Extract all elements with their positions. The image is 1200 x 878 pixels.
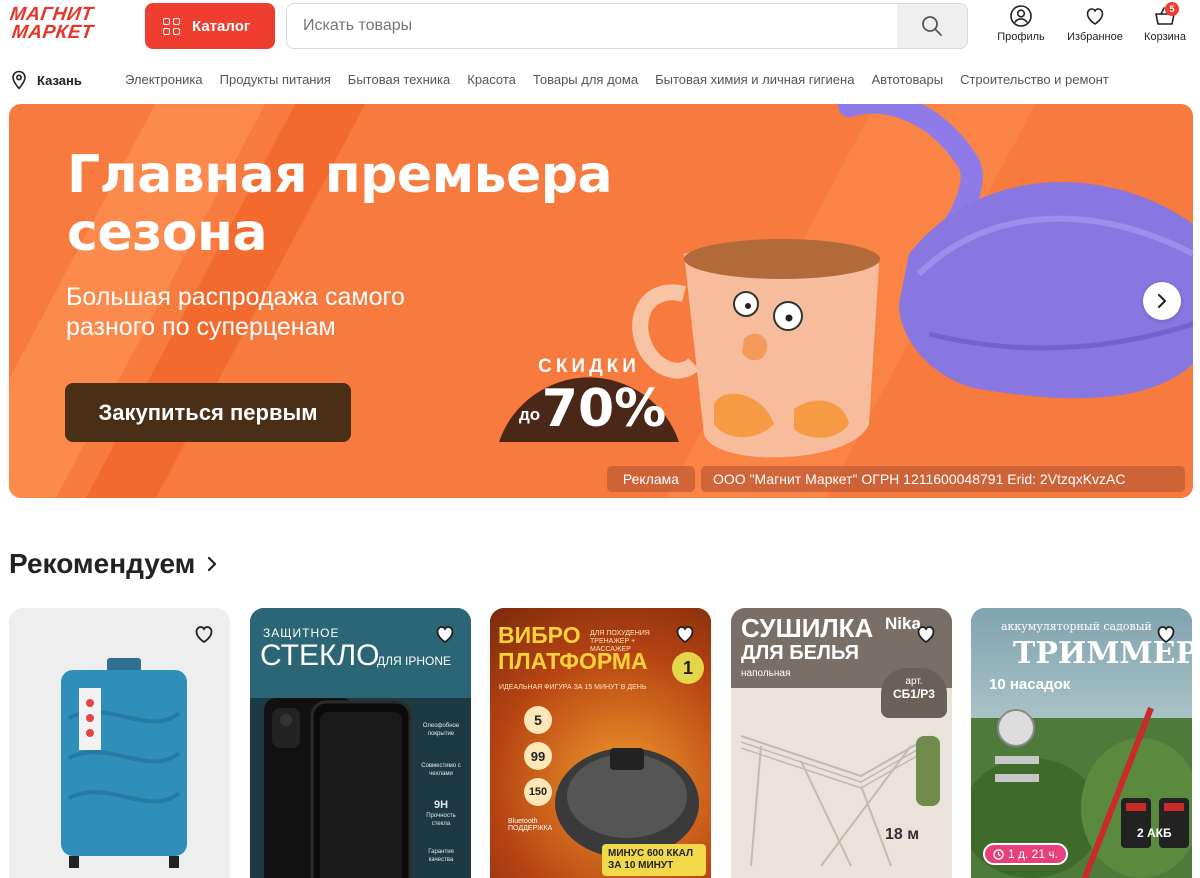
product-card-trimmer[interactable]: аккумуляторный садовый ТРИММЕР 10 насадо… [971,608,1192,878]
timer-badge: 1 д. 21 ч. [983,843,1068,865]
banner-title: Главная премьера сезона [67,146,767,262]
category-household-chemicals[interactable]: Бытовая химия и личная гигиена [655,72,854,87]
trimmer-akb: 2 АКБ [1137,826,1172,840]
product-card-glass[interactable]: ЗАЩИТНОЕ СТЕКЛО ДЛЯ IPHONE Олеофобное по… [250,608,471,878]
search-input[interactable] [287,4,897,48]
search-icon [922,16,942,36]
catalog-button[interactable]: Каталог [145,3,275,49]
glass-feature-3: 9H [433,799,449,811]
dryer-art-label: арт. [905,676,923,687]
banner-subtitle-line-2: разного по суперценам [66,313,336,341]
sale-badge: СКИДКИ до 70% [499,356,679,442]
heart-icon [1086,8,1104,25]
banner-subtitle-line-1: Большая распродажа самого [66,283,405,311]
category-beauty[interactable]: Красота [467,72,516,87]
favorite-heart-icon[interactable] [192,622,216,646]
vibro-promo: МИНУС 600 ККАЛ ЗА 10 МИНУТ [602,844,706,876]
cart-count-badge: 5 [1165,2,1179,16]
favorite-heart-icon[interactable] [914,622,938,646]
clock-icon [993,848,1004,860]
logo-line-2: МАРКЕТ [10,22,95,43]
recommend-title: Рекомендуем [9,548,196,579]
grid-icon [163,17,180,35]
category-auto[interactable]: Автотовары [871,72,943,87]
city-label: Казань [37,72,82,88]
banner-next-button[interactable] [1143,282,1181,320]
category-links: Электроника Продукты питания Бытовая тех… [125,72,1109,87]
glass-feature-2: Совместимо с чехлами [421,763,461,777]
phone-image [264,698,412,878]
vibro-num-3: 150 [524,778,552,806]
shop-first-button[interactable]: Закупиться первым [65,383,351,442]
ad-info[interactable]: ООО "Магнит Маркет" ОГРН 1211600048791 E… [701,466,1185,492]
user-icon [1010,5,1032,27]
favorites-label: Избранное [1067,31,1123,43]
search-button[interactable] [897,4,967,48]
sale-prefix: до [519,405,540,424]
category-construction[interactable]: Строительство и ремонт [960,72,1109,87]
promo-banner[interactable]: Главная премьера сезона Большая распрода… [9,104,1193,498]
category-nav: Казань Электроника Продукты питания Быто… [0,66,1200,94]
category-home[interactable]: Товары для дома [533,72,638,87]
product-card-suitcase[interactable] [9,608,230,878]
sale-word: СКИДКИ [538,356,640,377]
favorite-heart-icon[interactable] [433,622,457,646]
glass-line-2: СТЕКЛО [260,639,380,672]
location-pin-icon [12,70,26,90]
city-selector[interactable]: Казань [10,70,82,90]
favorite-heart-icon[interactable] [1154,622,1178,646]
header: МАГНИТ МАРКЕТ Каталог Профиль Избранное … [0,0,1200,56]
catalog-label: Каталог [192,17,251,35]
profile-label: Профиль [997,31,1045,43]
cart-label: Корзина [1144,31,1186,43]
glass-feature-1: Олеофобное покрытие [422,723,460,737]
category-electronics[interactable]: Электроника [125,72,203,87]
dryer-line-1: СУШИЛКА [741,613,874,643]
banner-subtitle: Большая распродажа самого разного по суп… [66,282,536,342]
dryer-line-2: ДЛЯ БЕЛЬЯ [741,642,859,664]
recommend-section-title[interactable]: Рекомендуем [9,548,219,580]
favorites-button[interactable]: Избранное [1061,4,1129,50]
search-bar [286,3,968,49]
product-card-vibro[interactable]: ВИБРО ПЛАТФОРМА ДЛЯ ПОХУДЕНИЯ ТРЕНАЖЕР +… [490,608,711,878]
chevron-right-icon [208,556,217,572]
category-food[interactable]: Продукты питания [220,72,331,87]
logo[interactable]: МАГНИТ МАРКЕТ [9,4,122,46]
product-card-dryer[interactable]: СУШИЛКА ДЛЯ БЕЛЬЯ напольная Nika арт. СБ… [731,608,952,878]
vibro-line-1: ВИБРО [498,622,581,648]
glass-feature-4: Гарантия качества [428,849,454,863]
dryer-image [740,735,940,867]
glass-features: Олеофобное покрытие Совместимо с чехлами… [420,704,462,864]
cart-button[interactable]: 5 Корзина [1138,2,1192,50]
glass-feature-3b: Прочность стекла [426,813,456,827]
category-appliances[interactable]: Бытовая техника [348,72,450,87]
vibro-num-1: 5 [524,706,552,734]
dryer-length: 18 м [885,826,920,843]
banner-title-line-1: Главная премьера [67,145,613,205]
vibro-sub: ИДЕАЛЬНАЯ ФИГУРА ЗА 15 МИНУТ В ДЕНЬ [499,684,647,691]
trimmer-top: аккумуляторный садовый [1001,620,1152,633]
timer-text: 1 д. 21 ч. [1008,847,1058,861]
ad-label: Реклама [607,466,695,492]
banner-title-line-2: сезона [67,203,268,263]
vibro-num-2: 99 [524,742,552,770]
favorite-heart-icon[interactable] [673,622,697,646]
glass-line-1: ЗАЩИТНОЕ [263,626,340,640]
sale-value: 70% [542,379,666,439]
vibro-bt: Bluetooth ПОДДЕРЖКА [508,818,553,832]
profile-button[interactable]: Профиль [993,4,1049,50]
dryer-line-3: напольная [741,668,791,679]
glass-line-3: ДЛЯ IPHONE [377,654,452,668]
suitcase-image [61,658,187,868]
chevron-right-icon [1158,294,1166,308]
vibro-tag: ДЛЯ ПОХУДЕНИЯ ТРЕНАЖЕР + МАССАЖЕР [590,630,650,653]
vibro-rank: 1 [672,652,704,684]
